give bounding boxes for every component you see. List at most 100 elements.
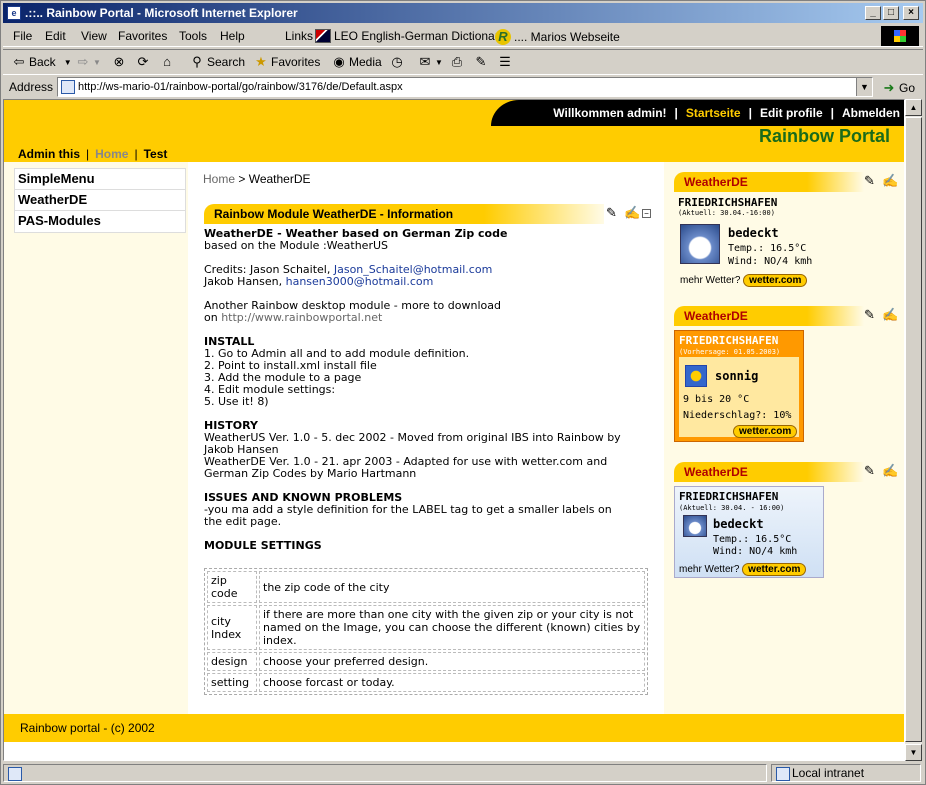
wetter-com-button[interactable]: wetter.com: [733, 425, 798, 438]
content-based-on: based on the Module :WeatherUS: [204, 239, 388, 252]
refresh-button[interactable]: ⟳: [135, 54, 151, 70]
link-abmelden[interactable]: Abmelden: [842, 106, 900, 120]
link-home[interactable]: Home: [95, 147, 128, 161]
link-test[interactable]: Test: [144, 147, 168, 161]
close-button[interactable]: ×: [903, 6, 919, 20]
wx-city: FRIEDRICHSHAFEN: [679, 334, 779, 347]
properties-icon[interactable]: ✍: [882, 308, 898, 322]
refresh-icon: ⟳: [137, 54, 149, 69]
menu-file[interactable]: File: [13, 29, 32, 43]
portal-title: Rainbow Portal: [758, 126, 890, 146]
edit-pencil-icon[interactable]: ✎: [864, 174, 878, 188]
home-icon: ⌂: [163, 54, 171, 69]
stop-button[interactable]: ⊗: [111, 54, 127, 70]
wx-temp: Temp.: 16.5°C: [728, 243, 807, 254]
address-input[interactable]: http://ws-mario-01/rainbow-portal/go/rai…: [57, 77, 873, 97]
print-button[interactable]: ⎙: [449, 54, 465, 70]
wx-city: FRIEDRICHSHAFEN: [678, 196, 778, 209]
weather-title-2: WeatherDE: [674, 306, 864, 326]
scroll-thumb[interactable]: [905, 117, 922, 742]
status-zone: Local intranet: [771, 764, 921, 782]
vertical-scrollbar[interactable]: ▲ ▼: [905, 99, 922, 761]
link-marios[interactable]: R .... Marios Webseite: [495, 29, 620, 45]
media-button[interactable]: ◉ Media: [331, 54, 381, 70]
wx-stamp: (Vorhersage: 01.05.2003): [679, 348, 781, 356]
toolbar: ⇦ Back ▼ ⇨ ▼ ⊗ ⟳ ⌂ ⚲ Search ★ Favorites …: [3, 49, 923, 73]
edit-button[interactable]: ✎: [473, 54, 489, 70]
link-admin-this[interactable]: Admin this: [18, 147, 80, 161]
minimize-module-icon[interactable]: −: [642, 208, 651, 218]
menu-item-weatherde[interactable]: WeatherDE: [15, 190, 185, 211]
mail-icon: ✉: [419, 54, 431, 69]
media-icon: ◉: [333, 54, 345, 69]
wx-condition: sonnig: [715, 369, 759, 383]
link-leo[interactable]: LEO English-German Dictionary: [315, 29, 505, 43]
rainbow-link[interactable]: http://www.rainbowportal.net: [221, 311, 382, 324]
menu-item-pas-modules[interactable]: PAS-Modules: [15, 211, 185, 232]
table-row: design choose your preferred design.: [207, 652, 645, 671]
back-dropdown-icon[interactable]: ▼: [64, 58, 72, 67]
search-button[interactable]: ⚲ Search: [189, 54, 245, 70]
menu-view[interactable]: View: [81, 29, 107, 43]
edit-pencil-icon[interactable]: ✎: [864, 308, 878, 322]
mail-button[interactable]: ✉ ▼: [417, 54, 443, 70]
edit-pencil-icon[interactable]: ✎: [606, 206, 620, 220]
properties-icon[interactable]: ✍: [882, 174, 898, 188]
install-step: 5. Use it! 8): [204, 395, 269, 408]
back-arrow-icon: ⇦: [13, 54, 25, 69]
page-icon: [61, 80, 75, 94]
go-button[interactable]: ➜ Go: [881, 80, 915, 96]
issues-line: the edit page.: [204, 515, 282, 528]
left-menu: SimpleMenu WeatherDE PAS-Modules: [14, 168, 186, 233]
top-links: Willkommen admin! | Startseite | Edit profil…: [491, 100, 904, 126]
address-dropdown-icon[interactable]: ▼: [856, 78, 872, 96]
setting-key: design: [207, 652, 257, 671]
home-button[interactable]: ⌂: [159, 54, 175, 70]
browser-window: e .::.. Rainbow Portal - Microsoft Inter…: [0, 0, 926, 785]
forward-dropdown-icon: ▼: [93, 57, 101, 67]
maximize-button[interactable]: □: [883, 6, 899, 20]
settings-heading: MODULE SETTINGS: [204, 539, 322, 552]
properties-icon[interactable]: ✍: [624, 206, 640, 220]
weather-widget-3: FRIEDRICHSHAFEN (Aktuell: 30.04. - 16:00…: [674, 486, 824, 578]
wx-wind: Wind: NO/4 kmh: [713, 546, 798, 557]
forward-button[interactable]: ⇨ ▼: [75, 54, 101, 70]
breadcrumb-home[interactable]: Home: [203, 172, 235, 186]
menu-edit[interactable]: Edit: [45, 29, 66, 43]
wx-rain: Niederschlag?: 10%: [683, 410, 792, 421]
module-content: WeatherDE - Weather based on German Zip …: [204, 228, 654, 552]
wetter-com-button[interactable]: wetter.com: [743, 274, 808, 287]
link-edit-profile[interactable]: Edit profile: [760, 106, 823, 120]
stop-icon: ⊗: [113, 54, 125, 69]
menu-favorites[interactable]: Favorites: [118, 29, 167, 43]
setting-key: city Index: [207, 605, 257, 650]
setting-value: if there are more than one city with the…: [259, 605, 645, 650]
links-label: Links: [285, 29, 314, 43]
menu-tools[interactable]: Tools: [179, 29, 207, 43]
scroll-down-icon[interactable]: ▼: [905, 744, 922, 761]
discuss-button[interactable]: ☰: [497, 54, 513, 70]
favorites-button[interactable]: ★ Favorites: [253, 54, 320, 70]
menu-item-simplemenu[interactable]: SimpleMenu: [15, 169, 185, 190]
weather-edit-icons-1: ✎ ✍: [864, 174, 898, 188]
menu-bar: File Edit View Favorites Tools Help Link…: [3, 25, 923, 47]
credits-email-jakob[interactable]: hansen3000@hotmail.com: [286, 275, 434, 288]
go-arrow-icon: ➜: [883, 80, 895, 95]
back-button[interactable]: ⇦ Back ▼: [11, 54, 72, 70]
weather-edit-icons-3: ✎ ✍: [864, 464, 898, 478]
edit-icon: ✎: [475, 54, 487, 69]
properties-icon[interactable]: ✍: [882, 464, 898, 478]
minimize-button[interactable]: _: [865, 6, 881, 20]
wetter-com-button[interactable]: wetter.com: [742, 563, 807, 576]
menu-help[interactable]: Help: [220, 29, 245, 43]
history-button[interactable]: ◷: [389, 54, 405, 70]
scroll-up-icon[interactable]: ▲: [905, 99, 922, 116]
weather-title-3: WeatherDE: [674, 462, 864, 482]
search-icon: ⚲: [192, 54, 202, 69]
link-startseite[interactable]: Startseite: [686, 106, 741, 120]
print-icon: ⎙: [451, 54, 463, 69]
setting-value: choose forcast or today.: [259, 673, 645, 692]
cloudy-weather-icon: [680, 224, 720, 264]
portal-header: Willkommen admin! | Startseite | Edit profil…: [4, 100, 904, 162]
edit-pencil-icon[interactable]: ✎: [864, 464, 878, 478]
